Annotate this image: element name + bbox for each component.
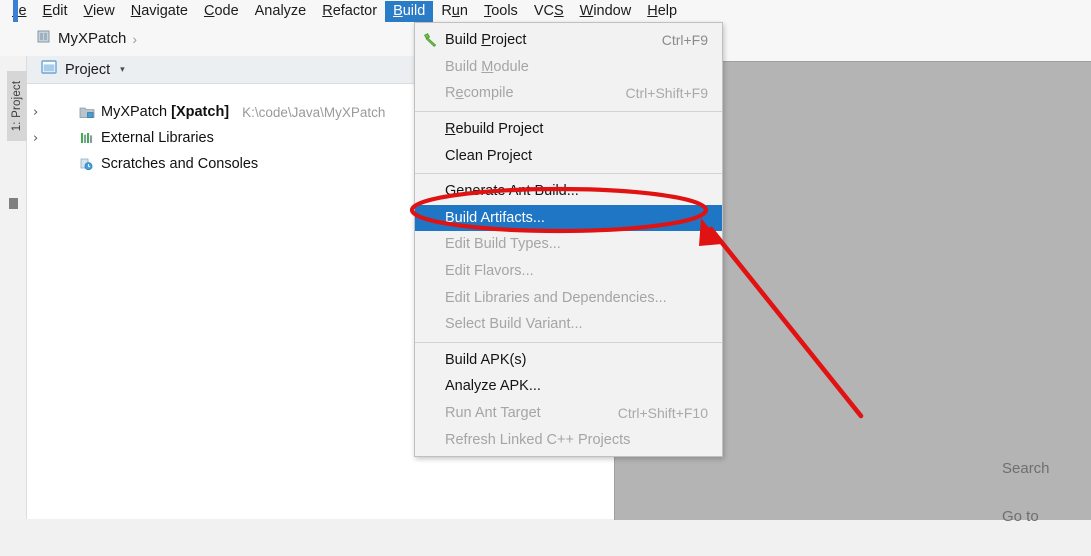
tree-label-module: MyXPatch [Xpatch] bbox=[101, 104, 230, 120]
menu-item-refactor[interactable]: Refactor bbox=[314, 1, 385, 22]
menu-generate-ant-build-label: Generate Ant Build... bbox=[445, 183, 579, 200]
menu-build-module-label: Build Module bbox=[445, 58, 529, 75]
tree-path-module: K:\code\Java\MyXPatch bbox=[242, 104, 386, 120]
libraries-icon bbox=[79, 131, 95, 145]
project-panel-title: Project bbox=[65, 61, 111, 78]
menu-item-analyze[interactable]: Analyze bbox=[247, 1, 315, 22]
menu-item-build-label: uild bbox=[402, 2, 426, 19]
expand-arrow-icon[interactable]: › bbox=[33, 105, 38, 120]
menu-item-edit-label: dit bbox=[52, 2, 68, 19]
menu-build-apks[interactable]: Build APK(s) bbox=[415, 347, 722, 374]
menu-edit-build-types-label: Edit Build Types... bbox=[445, 236, 561, 253]
module-icon bbox=[36, 28, 52, 49]
menu-item-navigate-label: avigate bbox=[141, 2, 188, 19]
menu-build-project[interactable]: Build Project Ctrl+F9 bbox=[415, 27, 722, 54]
menu-item-navigate[interactable]: Navigate bbox=[123, 1, 196, 22]
editor-hint-list: Search Go to bbox=[1002, 460, 1091, 556]
menu-run-ant-target-shortcut: Ctrl+Shift+F10 bbox=[617, 405, 708, 422]
left-tool-strip: 1: Project bbox=[0, 56, 27, 519]
menu-item-code-label: ode bbox=[214, 2, 239, 19]
editor-hint-goto: Go to bbox=[1002, 508, 1039, 525]
menu-build-project-shortcut: Ctrl+F9 bbox=[661, 32, 708, 49]
menu-rebuild-project[interactable]: Rebuild Project bbox=[415, 116, 722, 143]
menu-item-help[interactable]: Help bbox=[639, 1, 685, 22]
menu-edit-flavors-label: Edit Flavors... bbox=[445, 263, 534, 280]
menu-refresh-linked-cpp-projects-label: Refresh Linked C++ Projects bbox=[445, 431, 631, 448]
menu-rebuild-project-label: Rebuild Project bbox=[445, 121, 544, 138]
breadcrumb-project-name: MyXPatch bbox=[58, 30, 127, 47]
breadcrumb[interactable]: MyXPatch › bbox=[36, 28, 137, 49]
menu-item-window[interactable]: Window bbox=[572, 1, 640, 22]
menu-edit-libraries-and-dependencies-label: Edit Libraries and Dependencies... bbox=[445, 289, 667, 306]
menu-build-module: Build Module bbox=[415, 54, 722, 81]
menu-item-view-label: iew bbox=[92, 2, 115, 19]
menu-item-analyze-label: Analyze bbox=[254, 2, 307, 19]
menu-select-build-variant-label: Select Build Variant... bbox=[445, 316, 583, 333]
menu-build-artifacts[interactable]: Build Artifacts... bbox=[415, 204, 722, 232]
menu-build-apks-label: Build APK(s) bbox=[445, 351, 527, 368]
tree-label-external-libraries: External Libraries bbox=[101, 130, 214, 146]
breadcrumb-separator-icon: › bbox=[132, 30, 138, 47]
menu-analyze-apk[interactable]: Analyze APK... bbox=[415, 373, 722, 400]
menu-item-view[interactable]: View bbox=[76, 1, 123, 22]
ide-window: ile Edit View Navigate Code Analyze Refa… bbox=[0, 0, 1091, 525]
menu-bar: ile Edit View Navigate Code Analyze Refa… bbox=[0, 0, 1091, 22]
menu-item-run-label: n bbox=[459, 2, 468, 19]
menu-item-edit[interactable]: Edit bbox=[35, 1, 76, 22]
tree-label-scratches: Scratches and Consoles bbox=[101, 156, 259, 172]
menu-run-ant-target-label: Run Ant Target bbox=[445, 405, 541, 422]
editor-hint-search: Search bbox=[1002, 460, 1050, 477]
menu-edit-build-types: Edit Build Types... bbox=[415, 231, 722, 258]
scratches-icon bbox=[79, 157, 95, 171]
menu-build-project-label: Build Project bbox=[445, 32, 527, 49]
menu-clean-project-label: Clean Project bbox=[445, 147, 533, 164]
menu-item-tools-label: ools bbox=[491, 2, 518, 19]
chevron-down-icon[interactable]: ▾ bbox=[120, 64, 125, 75]
menu-clean-project[interactable]: Clean Project bbox=[415, 142, 722, 169]
build-menu-dropdown: Build Project Ctrl+F9 Build Module Recom… bbox=[414, 22, 723, 457]
menu-generate-ant-build[interactable]: Generate Ant Build... bbox=[415, 178, 722, 205]
menu-separator bbox=[415, 110, 722, 112]
tree-label-module-artifact: [Xpatch] bbox=[171, 104, 230, 120]
hammer-icon bbox=[422, 32, 438, 48]
sidebar-tab-marker bbox=[9, 198, 18, 209]
menu-build-artifacts-label: Build Artifacts... bbox=[445, 209, 545, 226]
project-view-icon bbox=[41, 60, 57, 79]
menu-refresh-linked-cpp-projects: Refresh Linked C++ Projects bbox=[415, 426, 722, 453]
menu-analyze-apk-label: Analyze APK... bbox=[445, 378, 541, 395]
menu-item-tools[interactable]: Tools bbox=[476, 1, 526, 22]
menu-item-window-label: indow bbox=[593, 2, 632, 19]
menu-separator bbox=[415, 341, 722, 343]
menu-separator bbox=[415, 172, 722, 174]
menu-run-ant-target: Run Ant Target Ctrl+Shift+F10 bbox=[415, 400, 722, 427]
module-folder-icon bbox=[79, 105, 95, 119]
menu-recompile-shortcut: Ctrl+Shift+F9 bbox=[625, 85, 708, 102]
menu-item-build[interactable]: Build bbox=[385, 0, 434, 22]
menu-recompile-label: Recompile bbox=[445, 85, 514, 102]
menu-edit-libraries-and-dependencies: Edit Libraries and Dependencies... bbox=[415, 284, 722, 311]
menu-item-vcs[interactable]: VCS bbox=[526, 1, 572, 22]
menu-item-refactor-label: efactor bbox=[332, 2, 378, 19]
menu-select-build-variant: Select Build Variant... bbox=[415, 311, 722, 338]
menu-edit-flavors: Edit Flavors... bbox=[415, 258, 722, 285]
menu-item-help-label: elp bbox=[657, 2, 678, 19]
menu-item-file[interactable]: ile bbox=[4, 1, 35, 22]
window-accent-stripe bbox=[13, 0, 18, 24]
sidebar-tab-project[interactable]: 1: Project bbox=[7, 71, 27, 141]
expand-arrow-icon[interactable]: › bbox=[33, 131, 38, 146]
menu-item-run[interactable]: Run bbox=[433, 1, 476, 22]
menu-recompile: Recompile Ctrl+Shift+F9 bbox=[415, 80, 722, 107]
menu-item-code[interactable]: Code bbox=[196, 1, 247, 22]
